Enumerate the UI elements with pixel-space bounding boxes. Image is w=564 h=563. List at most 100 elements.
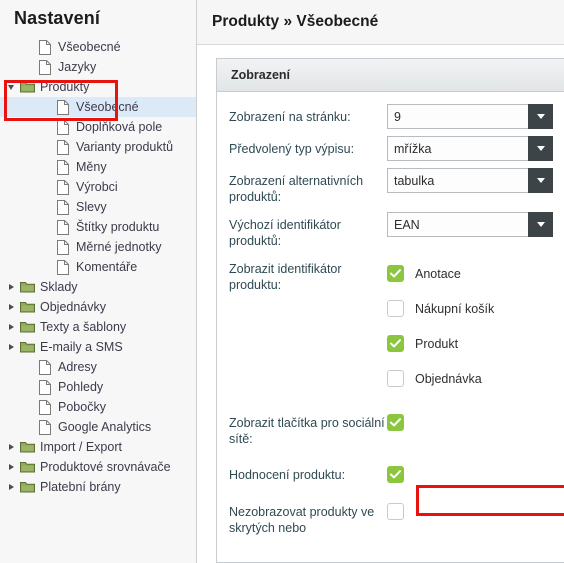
sidebar-item-label: Produktové srovnávače <box>40 460 171 474</box>
field-label: Hodnocení produktu: <box>229 468 346 482</box>
sidebar-item-platebn-br-ny[interactable]: Platební brány <box>0 477 196 497</box>
tree-twisty[interactable] <box>4 284 18 290</box>
checkbox-hodnocen-produktu[interactable] <box>387 466 404 483</box>
breadcrumb-page-title: Produkty » Všeobecné <box>212 13 379 30</box>
file-icon <box>54 219 72 235</box>
boolean-row: Hodnocení produktu: <box>229 466 564 483</box>
checkbox-zobrazit-tla-tka-pro-soci-ln-s-t[interactable] <box>387 414 404 431</box>
select-value: mřížka <box>394 141 432 156</box>
sidebar-item-koment-e[interactable]: Komentáře <box>0 257 196 277</box>
tree-twisty[interactable] <box>4 464 18 470</box>
sidebar-item-m-rn-jednotky[interactable]: Měrné jednotky <box>0 237 196 257</box>
sidebar-item-varianty-produkt[interactable]: Varianty produktů <box>0 137 196 157</box>
checkbox-row[interactable]: Anotace <box>387 256 564 291</box>
checkbox-row[interactable]: Produkt <box>387 326 564 361</box>
sidebar-item-jazyky[interactable]: Jazyky <box>0 57 196 77</box>
checkbox-label: Objednávka <box>415 371 482 386</box>
sidebar-item-label: Jazyky <box>58 60 97 74</box>
file-icon <box>36 399 54 415</box>
file-icon <box>54 139 72 155</box>
sidebar-item-slevy[interactable]: Slevy <box>0 197 196 217</box>
sidebar-item-label: Import / Export <box>40 440 122 454</box>
boolean-settings-group: Zobrazit tlačítka pro sociální sítě: Hodn… <box>229 414 564 536</box>
sidebar-item-label: Sklady <box>40 280 78 294</box>
sidebar-item-label: Pobočky <box>58 400 106 414</box>
checkbox-objedn-vka[interactable] <box>387 370 404 387</box>
file-icon <box>54 159 72 175</box>
field-label: Zobrazit tlačítka pro sociální sítě: <box>229 416 385 446</box>
sidebar-item-label: Adresy <box>58 360 97 374</box>
sidebar-item-label: Produkty <box>40 80 90 94</box>
select-value: tabulka <box>394 173 435 188</box>
chevron-down-icon[interactable] <box>528 212 553 237</box>
sidebar-item-pohledy[interactable]: Pohledy <box>0 377 196 397</box>
folder-icon <box>18 299 36 315</box>
sidebar-item-texty-a-ablony[interactable]: Texty a šablony <box>0 317 196 337</box>
form-row: Předvolený typ výpisu: mřížka <box>229 136 564 161</box>
sidebar-item-label: Pohledy <box>58 380 104 394</box>
sidebar-item-adresy[interactable]: Adresy <box>0 357 196 377</box>
checkbox-n-kupn-ko-k[interactable] <box>387 300 404 317</box>
sidebar-item-objedn-vky[interactable]: Objednávky <box>0 297 196 317</box>
sidebar-item-label: Doplňková pole <box>76 120 163 134</box>
file-icon <box>36 59 54 75</box>
checkbox-row[interactable]: Nákupní košík <box>387 291 564 326</box>
sidebar-item-label: Varianty produktů <box>76 140 174 154</box>
tree-twisty[interactable] <box>4 84 18 90</box>
tree-twisty[interactable] <box>4 324 18 330</box>
sidebar-item-v-eobecn[interactable]: Všeobecné <box>0 97 196 117</box>
folder-icon <box>18 479 36 495</box>
tree-twisty[interactable] <box>4 344 18 350</box>
sidebar-item-import-export[interactable]: Import / Export <box>0 437 196 457</box>
file-icon <box>36 39 54 55</box>
sidebar-item-v-robci[interactable]: Výrobci <box>0 177 196 197</box>
file-icon <box>54 179 72 195</box>
sidebar-item-m-ny[interactable]: Měny <box>0 157 196 177</box>
sidebar-item-label: Štítky produktu <box>76 220 160 234</box>
main-content: Produkty » Všeobecné Zobrazení Zobrazení… <box>197 0 564 563</box>
file-icon <box>36 419 54 435</box>
tree-twisty[interactable] <box>4 484 18 490</box>
sidebar-item-v-eobecn[interactable]: Všeobecné <box>0 37 196 57</box>
checkbox-nezobrazovat-produkty-ve-skryt-ch-nebo[interactable] <box>387 503 404 520</box>
folder-icon <box>18 279 36 295</box>
checkbox-produkt[interactable] <box>387 335 404 352</box>
select-1[interactable]: mřížka <box>387 136 553 161</box>
select-2[interactable]: tabulka <box>387 168 553 193</box>
sidebar-item-label: E-maily a SMS <box>40 340 123 354</box>
form-row: Zobrazení alternativních produktů: tabulk… <box>229 168 564 205</box>
select-0[interactable]: 9 <box>387 104 553 129</box>
select-value: EAN <box>394 217 420 232</box>
sidebar-item-dopl-kov-pole[interactable]: Doplňková pole <box>0 117 196 137</box>
tree-twisty[interactable] <box>4 304 18 310</box>
sidebar-item-produkty[interactable]: Produkty <box>0 77 196 97</box>
sidebar-item-e-maily-a-sms[interactable]: E-maily a SMS <box>0 337 196 357</box>
chevron-down-icon[interactable] <box>528 104 553 129</box>
file-icon <box>54 259 72 275</box>
chevron-down-icon[interactable] <box>528 168 553 193</box>
field-control: tabulka <box>387 168 564 193</box>
chevron-right-icon <box>8 444 14 450</box>
sidebar-item-label: Texty a šablony <box>40 320 127 334</box>
sidebar-item-produktov-srovn-va-e[interactable]: Produktové srovnávače <box>0 457 196 477</box>
chevron-down-icon <box>8 84 14 90</box>
sidebar-item-label: Měrné jednotky <box>76 240 162 254</box>
sidebar-item-t-tky-produktu[interactable]: Štítky produktu <box>0 217 196 237</box>
checkbox-row[interactable]: Objednávka <box>387 361 564 396</box>
sidebar-item-pobo-ky[interactable]: Pobočky <box>0 397 196 417</box>
field-control <box>387 466 564 483</box>
chevron-down-icon[interactable] <box>528 136 553 161</box>
select-3[interactable]: EAN <box>387 212 553 237</box>
chevron-right-icon <box>8 464 14 470</box>
checkbox-label: Produkt <box>415 336 459 351</box>
checkbox-anotace[interactable] <box>387 265 404 282</box>
sidebar-item-sklady[interactable]: Sklady <box>0 277 196 297</box>
boolean-row: Nezobrazovat produkty ve skrytých nebo <box>229 503 564 536</box>
sidebar-navigation: Nastavení Všeobecné Jazyky Produkty Všeobec… <box>0 0 197 563</box>
folder-icon <box>18 79 36 95</box>
sidebar-item-google-analytics[interactable]: Google Analytics <box>0 417 196 437</box>
tree-twisty[interactable] <box>4 444 18 450</box>
sidebar-item-label: Slevy <box>76 200 107 214</box>
chevron-right-icon <box>8 484 14 490</box>
sidebar-item-label: Google Analytics <box>58 420 152 434</box>
